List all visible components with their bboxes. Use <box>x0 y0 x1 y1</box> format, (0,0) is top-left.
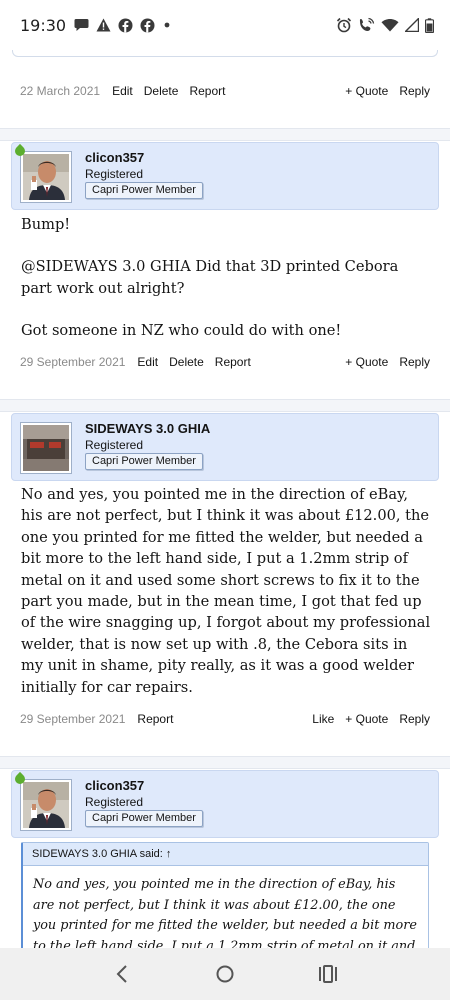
user-banner: Capri Power Member <box>85 810 203 827</box>
username-link[interactable]: clicon357 <box>85 150 144 165</box>
quote-block: SIDEWAYS 3.0 GHIA said: ↑ No and yes, yo… <box>21 842 429 948</box>
post-paragraph: @SIDEWAYS 3.0 GHIA Did that 3D printed C… <box>21 258 399 297</box>
user-title: Registered <box>85 167 144 181</box>
user-banner: Capri Power Member <box>85 182 203 199</box>
battery-icon <box>425 17 434 33</box>
avatar[interactable] <box>20 779 72 831</box>
post-actions: 29 September 2021 Edit Delete Report + Q… <box>0 350 450 374</box>
recents-icon <box>319 965 338 983</box>
report-link[interactable]: Report <box>189 84 225 98</box>
post-actions: 22 March 2021 Edit Delete Report + Quote… <box>0 79 450 103</box>
quote-button[interactable]: + Quote <box>345 712 388 726</box>
user-header: SIDEWAYS 3.0 GHIA Registered Capri Power… <box>11 413 439 481</box>
signal-icon <box>405 18 419 32</box>
avatar[interactable] <box>20 151 72 203</box>
reply-button[interactable]: Reply <box>399 712 430 726</box>
user-title: Registered <box>85 438 144 452</box>
edit-link[interactable]: Edit <box>137 355 158 369</box>
user-banner: Capri Power Member <box>85 453 203 470</box>
quote-text: No and yes, you pointed me in the direct… <box>33 877 417 948</box>
user-header: clicon357 Registered Capri Power Member <box>11 770 439 838</box>
username-link[interactable]: SIDEWAYS 3.0 GHIA <box>85 421 210 436</box>
post-date[interactable]: 22 March 2021 <box>20 84 100 98</box>
recents-button[interactable] <box>308 954 348 994</box>
facebook-icon <box>140 18 155 32</box>
avatar-photo-icon <box>23 782 69 828</box>
previous-post-edge <box>0 50 450 58</box>
post-date[interactable]: 29 September 2021 <box>20 712 125 726</box>
post-paragraph: Got someone in NZ who could do with one! <box>21 322 342 340</box>
edit-link[interactable]: Edit <box>112 84 133 98</box>
user-header: clicon357 Registered Capri Power Member <box>11 142 439 210</box>
status-time: 19:30 <box>20 15 67 35</box>
back-button[interactable] <box>102 954 142 994</box>
report-link[interactable]: Report <box>215 355 251 369</box>
back-icon <box>116 965 127 983</box>
post-paragraph: Bump! <box>21 216 71 233</box>
like-button[interactable]: Like <box>312 712 334 726</box>
quote-button[interactable]: + Quote <box>345 84 388 98</box>
home-button[interactable] <box>205 954 245 994</box>
status-bar: 19:30 <box>0 0 450 50</box>
delete-link[interactable]: Delete <box>169 355 204 369</box>
post-separator <box>0 128 450 141</box>
post-date[interactable]: 29 September 2021 <box>20 355 125 369</box>
system-nav-bar <box>0 948 450 1000</box>
warning-icon <box>96 18 111 32</box>
username-link[interactable]: clicon357 <box>85 778 144 793</box>
post-separator <box>0 756 450 769</box>
avatar-photo-icon <box>23 425 69 471</box>
user-title: Registered <box>85 795 144 809</box>
post-actions: 29 September 2021 Report Like + Quote Re… <box>0 707 450 731</box>
home-icon <box>216 965 234 983</box>
delete-link[interactable]: Delete <box>144 84 179 98</box>
alarm-icon <box>336 17 352 33</box>
quote-attribution[interactable]: SIDEWAYS 3.0 GHIA said: ↑ <box>23 843 428 866</box>
quote-button[interactable]: + Quote <box>345 355 388 369</box>
wifi-call-icon <box>359 17 375 31</box>
dot-icon <box>164 22 170 28</box>
post-body: No and yes, you pointed me in the direct… <box>21 484 433 698</box>
thread-content[interactable]: 22 March 2021 Edit Delete Report + Quote… <box>0 50 450 948</box>
reply-button[interactable]: Reply <box>399 84 430 98</box>
post-paragraph: No and yes, you pointed me in the direct… <box>21 486 431 696</box>
post-body: Bump! @SIDEWAYS 3.0 GHIA Did that 3D pri… <box>21 214 433 342</box>
post-separator <box>0 399 450 412</box>
avatar-photo-icon <box>23 154 69 200</box>
chat-bubble-icon <box>74 19 89 31</box>
facebook-icon <box>118 18 133 32</box>
avatar[interactable] <box>20 422 72 474</box>
wifi-icon <box>381 19 399 32</box>
report-link[interactable]: Report <box>137 712 173 726</box>
reply-button[interactable]: Reply <box>399 355 430 369</box>
